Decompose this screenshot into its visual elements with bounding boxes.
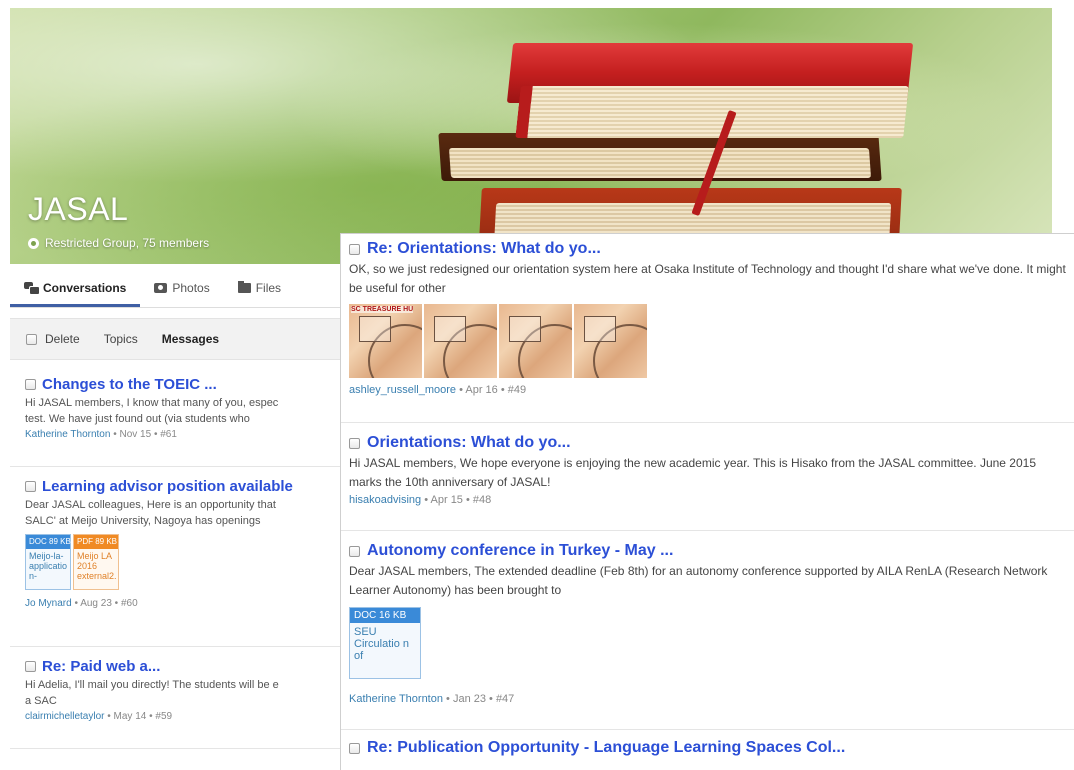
message-list-panel: Re: Orientations: What do yo... OK, so w… — [340, 233, 1074, 770]
message-toolbar: Delete Topics Messages — [10, 318, 350, 360]
author-link[interactable]: Katherine Thornton — [349, 693, 443, 705]
message-snippet: Dear JASAL colleagues, Here is an opport… — [25, 499, 276, 511]
author-link[interactable]: hisakoadvising — [349, 494, 421, 506]
list-item[interactable]: Changes to the TOEIC ... Hi JASAL member… — [25, 376, 345, 440]
message-title-link[interactable]: Autonomy conference in Turkey - May ... — [367, 542, 673, 560]
tab-files[interactable]: Files — [224, 281, 295, 307]
message-title-link[interactable]: Re: Publication Opportunity - Language L… — [367, 739, 845, 757]
photo-thumbnail[interactable] — [424, 304, 497, 378]
message-snippet: SALC' at Meijo University, Nagoya has op… — [25, 515, 261, 527]
author-link[interactable]: clairmichelletaylor — [25, 711, 104, 722]
message-checkbox[interactable] — [349, 437, 360, 449]
message-checkbox[interactable] — [25, 379, 36, 390]
restricted-icon — [28, 237, 39, 249]
tab-conversations[interactable]: Conversations — [10, 281, 141, 307]
message-title-link[interactable]: Orientations: What do yo... — [367, 434, 571, 452]
author-link[interactable]: Katherine Thornton — [25, 429, 110, 440]
message-snippet: a SAC — [25, 695, 57, 707]
message-meta: • Aug 23 • #60 — [74, 598, 138, 609]
message-meta: • Nov 15 • #61 — [113, 429, 177, 440]
author-link[interactable]: Jo Mynard — [25, 598, 72, 609]
list-item[interactable]: Re: Publication Opportunity - Language L… — [349, 739, 1069, 757]
message-snippet: Hi JASAL members, We hope everyone is en… — [349, 456, 1036, 489]
message-title-link[interactable]: Re: Paid web a... — [42, 658, 160, 675]
photo-thumbnail[interactable]: SC TREASURE HU — [349, 304, 422, 378]
delete-button[interactable]: Delete — [45, 332, 80, 346]
list-item[interactable]: Autonomy conference in Turkey - May ... … — [349, 542, 1069, 705]
select-all-checkbox[interactable] — [26, 333, 37, 345]
message-checkbox[interactable] — [25, 661, 36, 672]
doc-attachment[interactable]: DOC 16 KB SEU Circulatio n of — [349, 607, 421, 679]
message-title-link[interactable]: Re: Orientations: What do yo... — [367, 240, 601, 258]
list-item[interactable]: Re: Paid web a... Hi Adelia, I'll mail y… — [25, 658, 345, 722]
group-privacy-info: Restricted Group, 75 members — [28, 236, 209, 250]
topics-toggle[interactable]: Topics — [104, 332, 138, 346]
message-meta: • Apr 15 • #48 — [424, 494, 492, 506]
message-meta: • Jan 23 • #47 — [446, 693, 515, 705]
group-tabs: Conversations Photos Files — [10, 264, 350, 308]
message-meta: • May 14 • #59 — [107, 711, 173, 722]
message-meta: • Apr 16 • #49 — [459, 384, 527, 396]
list-item[interactable]: Orientations: What do yo... Hi JASAL mem… — [349, 434, 1069, 506]
doc-attachment[interactable]: DOC 89 KB Meijo-la-applicatio n- — [25, 534, 71, 590]
chat-icon — [24, 282, 40, 295]
message-checkbox[interactable] — [25, 481, 36, 492]
list-item[interactable]: Re: Orientations: What do yo... OK, so w… — [349, 240, 1069, 396]
message-checkbox[interactable] — [349, 742, 360, 754]
messages-toggle[interactable]: Messages — [162, 332, 219, 346]
message-snippet: Hi JASAL members, I know that many of yo… — [25, 397, 279, 409]
list-item[interactable]: Learning advisor position available Dear… — [25, 478, 345, 609]
message-snippet: Dear JASAL members, The extended deadlin… — [349, 564, 1048, 597]
photo-thumbnail[interactable] — [574, 304, 647, 378]
camera-icon — [154, 283, 168, 293]
photo-thumbnail[interactable] — [499, 304, 572, 378]
folder-icon — [237, 281, 251, 293]
message-title-link[interactable]: Changes to the TOEIC ... — [42, 376, 217, 393]
group-cover-photo: JASAL Restricted Group, 75 members — [10, 8, 1052, 264]
group-title: JASAL — [28, 191, 129, 227]
message-snippet: OK, so we just redesigned our orientatio… — [349, 262, 1066, 295]
author-link[interactable]: ashley_russell_moore — [349, 384, 456, 396]
message-snippet: Hi Adelia, I'll mail you directly! The s… — [25, 679, 279, 691]
message-checkbox[interactable] — [349, 243, 360, 255]
attachment-list: DOC 89 KB Meijo-la-applicatio n- PDF 89 … — [25, 534, 345, 590]
message-checkbox[interactable] — [349, 545, 360, 557]
photo-attachments: SC TREASURE HU — [349, 304, 1069, 378]
tab-photos[interactable]: Photos — [140, 281, 223, 307]
pdf-attachment[interactable]: PDF 89 KB Meijo LA 2016 external2. — [73, 534, 119, 590]
message-snippet: test. We have just found out (via studen… — [25, 413, 250, 425]
message-title-link[interactable]: Learning advisor position available — [42, 478, 293, 495]
